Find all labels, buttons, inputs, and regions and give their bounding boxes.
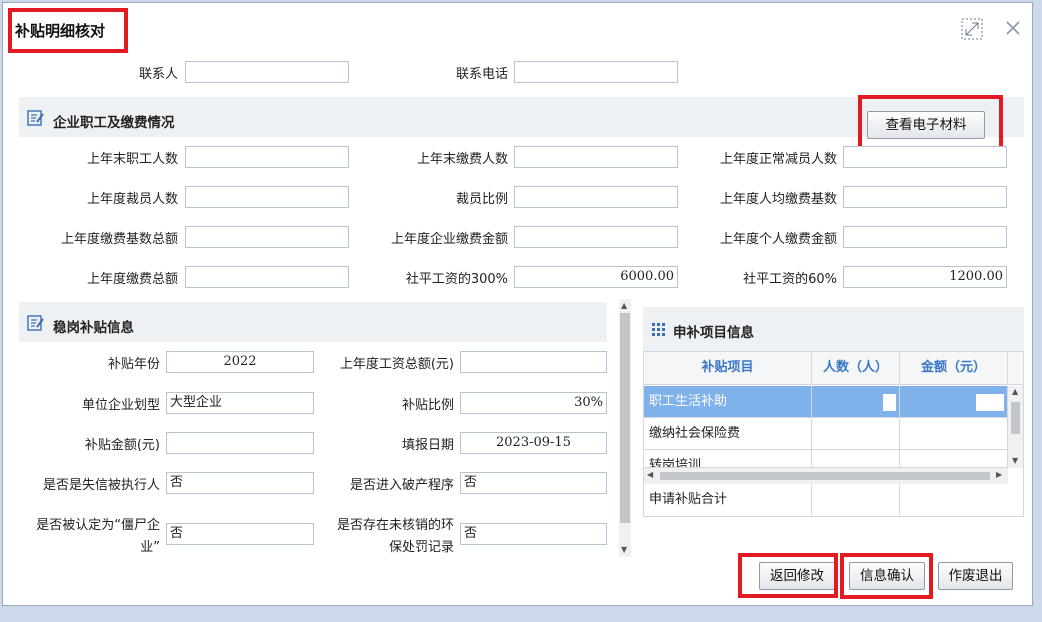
year-end-staff-field[interactable] — [185, 146, 349, 168]
maximize-icon[interactable] — [961, 18, 983, 40]
env-penalty-label-line1: 是否存在未核销的环 — [336, 518, 454, 533]
avg-base-field[interactable] — [843, 186, 1007, 208]
subsidy-section-title: 稳岗补贴信息 — [53, 320, 134, 336]
grid-h-scrollbar-thumb[interactable] — [660, 472, 990, 480]
void-exit-button[interactable]: 作废退出 — [938, 562, 1013, 590]
close-icon[interactable] — [1003, 18, 1023, 38]
col-header-spacer — [1008, 352, 1023, 385]
company-payment-field[interactable] — [514, 226, 678, 248]
normal-reduction-field[interactable] — [843, 146, 1007, 168]
year-end-payers-field[interactable] — [514, 146, 678, 168]
field-label: 单位企业划型 — [81, 398, 160, 413]
subsidy-detail-dialog: 补贴明细核对 联系人 联系电话 企业职工及缴费情况 查看电子材料 上年末职工人数… — [2, 2, 1033, 606]
field-label: 上年度缴费总额 — [86, 272, 178, 287]
grid-v-scrollbar[interactable]: ▲ ▼ — [1008, 386, 1023, 468]
avg-wage-300-field[interactable]: 6000.00 — [514, 266, 678, 288]
field-label: 补贴年份 — [107, 357, 160, 372]
contact-phone-field[interactable] — [514, 61, 678, 83]
env-penalty-label: 是否存在未核销的环 保处罚记录 — [313, 515, 454, 559]
zombie-label-line2: 业” — [140, 540, 160, 555]
fill-date-field[interactable]: 2023-09-15 — [460, 432, 607, 454]
table-row-item[interactable]: 转岗培训 — [644, 450, 812, 468]
company-scale-field[interactable]: 大型企业 — [166, 392, 314, 414]
contact-phone-label: 联系电话 — [455, 67, 508, 82]
table-row-count[interactable] — [812, 450, 900, 468]
left-panel-scrollbar[interactable]: ▲ ▼ — [619, 299, 631, 557]
scrollbar-thumb[interactable] — [620, 313, 630, 523]
zombie-label-line1: 是否被认定为“僵尸企 — [36, 518, 160, 533]
table-row-amount[interactable] — [900, 386, 1008, 418]
view-materials-highlight — [858, 95, 1003, 150]
zombie-label: 是否被认定为“僵尸企 业” — [13, 515, 160, 559]
layoffs-field[interactable] — [185, 186, 349, 208]
grid-h-scrollbar[interactable]: ◀ ▶ — [644, 468, 1008, 484]
amount-input[interactable] — [976, 394, 1004, 411]
field-label: 社平工资的300% — [405, 272, 508, 287]
contact-person-label: 联系人 — [138, 67, 178, 82]
avg-wage-60-field[interactable]: 1200.00 — [843, 266, 1007, 288]
total-row-amount — [900, 484, 1023, 516]
zombie-field[interactable]: 否 — [166, 523, 314, 545]
edit-doc-icon — [27, 314, 45, 332]
table-row-item[interactable]: 职工生活补助 — [644, 386, 812, 418]
title-highlight — [8, 8, 128, 53]
subsidy-amount-field[interactable] — [166, 432, 314, 454]
count-input[interactable] — [883, 394, 896, 411]
field-label: 上年度人均缴费基数 — [719, 192, 837, 207]
contact-person-field[interactable] — [185, 61, 349, 83]
field-label: 上年末职工人数 — [86, 152, 178, 167]
payment-total-field[interactable] — [185, 266, 349, 288]
base-total-field[interactable] — [185, 226, 349, 248]
field-label: 上年度企业缴费金额 — [390, 232, 508, 247]
personal-payment-field[interactable] — [843, 226, 1007, 248]
field-label: 补贴比例 — [401, 398, 454, 413]
table-row-count[interactable] — [812, 386, 900, 418]
confirm-highlight — [840, 553, 933, 599]
field-label: 上年度正常减员人数 — [719, 152, 837, 167]
field-label: 上年度个人缴费金额 — [719, 232, 837, 247]
wage-total-field[interactable] — [460, 351, 607, 373]
col-header-count[interactable]: 人数（人） — [812, 352, 900, 385]
field-label: 补贴金额(元) — [84, 438, 160, 453]
col-header-amount[interactable]: 金额（元） — [900, 352, 1008, 385]
table-row-count[interactable] — [812, 418, 900, 450]
dishonest-field[interactable]: 否 — [166, 472, 314, 494]
total-row-label: 申请补贴合计 — [644, 484, 812, 516]
col-header-item[interactable]: 补贴项目 — [644, 352, 812, 385]
subsidy-ratio-field[interactable]: 30% — [460, 392, 607, 414]
env-penalty-label-line2: 保处罚记录 — [388, 540, 454, 555]
layoff-ratio-field[interactable] — [514, 186, 678, 208]
field-label: 上年末缴费人数 — [416, 152, 508, 167]
total-row-count — [812, 484, 900, 516]
bankruptcy-field[interactable]: 否 — [460, 472, 607, 494]
subsidy-year-field[interactable]: 2022 — [166, 351, 314, 373]
field-label: 是否是失信被执行人 — [42, 478, 160, 493]
table-row-item[interactable]: 缴纳社会保险费 — [644, 418, 812, 450]
field-label: 是否进入破产程序 — [349, 478, 454, 493]
grid-v-scrollbar-thumb[interactable] — [1011, 402, 1020, 434]
apply-grid: 补贴项目 人数（人） 金额（元） 职工生活补助 缴纳社会保险费 转岗培训 ▲ ▼… — [643, 351, 1024, 517]
grid-dots-icon — [652, 323, 666, 337]
env-penalty-field[interactable]: 否 — [460, 523, 607, 545]
table-row-amount[interactable] — [900, 450, 1008, 468]
return-highlight — [738, 553, 838, 598]
edit-doc-icon — [27, 109, 45, 127]
field-label: 上年度裁员人数 — [86, 192, 178, 207]
field-label: 填报日期 — [401, 438, 454, 453]
table-row-amount[interactable] — [900, 418, 1008, 450]
field-label: 社平工资的60% — [743, 272, 837, 287]
field-label: 上年度工资总额(元) — [339, 357, 454, 372]
employee-section-title: 企业职工及缴费情况 — [53, 115, 175, 131]
field-label: 裁员比例 — [455, 192, 508, 207]
field-label: 上年度缴费基数总额 — [60, 232, 178, 247]
apply-section-title: 申补项目信息 — [673, 325, 754, 341]
